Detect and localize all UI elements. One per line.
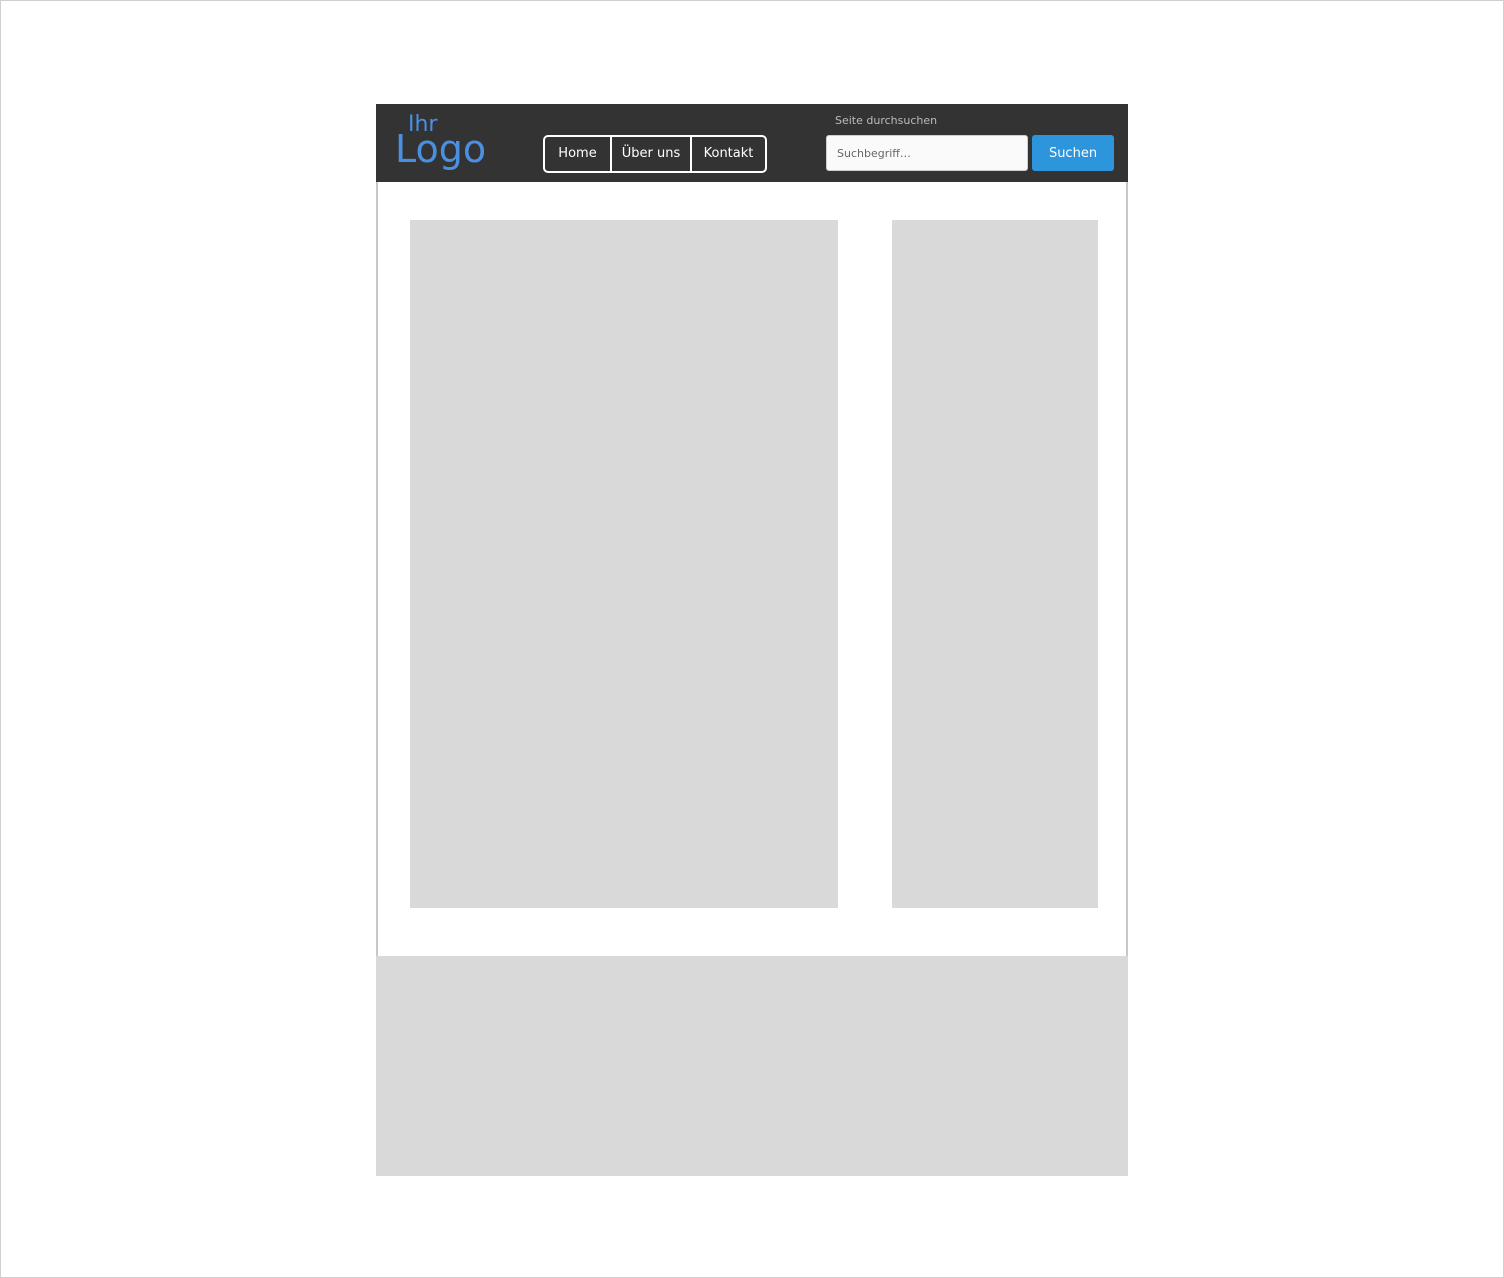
footer-placeholder [376,956,1128,1176]
main-navigation: Home Über uns Kontakt [543,135,767,173]
sidebar-placeholder [892,220,1098,908]
nav-item-home[interactable]: Home [545,137,610,171]
search-input[interactable] [826,135,1028,171]
content-area [376,182,1128,956]
search-label: Seite durchsuchen [835,114,938,127]
main-content-placeholder [410,220,838,908]
nav-item-contact[interactable]: Kontakt [690,137,765,171]
search-button[interactable]: Suchen [1032,135,1114,171]
logo-line-2: Logo [395,127,487,171]
website-wireframe: Ihr Logo Home Über uns Kontakt Seite dur… [376,104,1128,1176]
nav-item-about[interactable]: Über uns [610,137,690,171]
site-header: Ihr Logo Home Über uns Kontakt Seite dur… [376,104,1128,182]
